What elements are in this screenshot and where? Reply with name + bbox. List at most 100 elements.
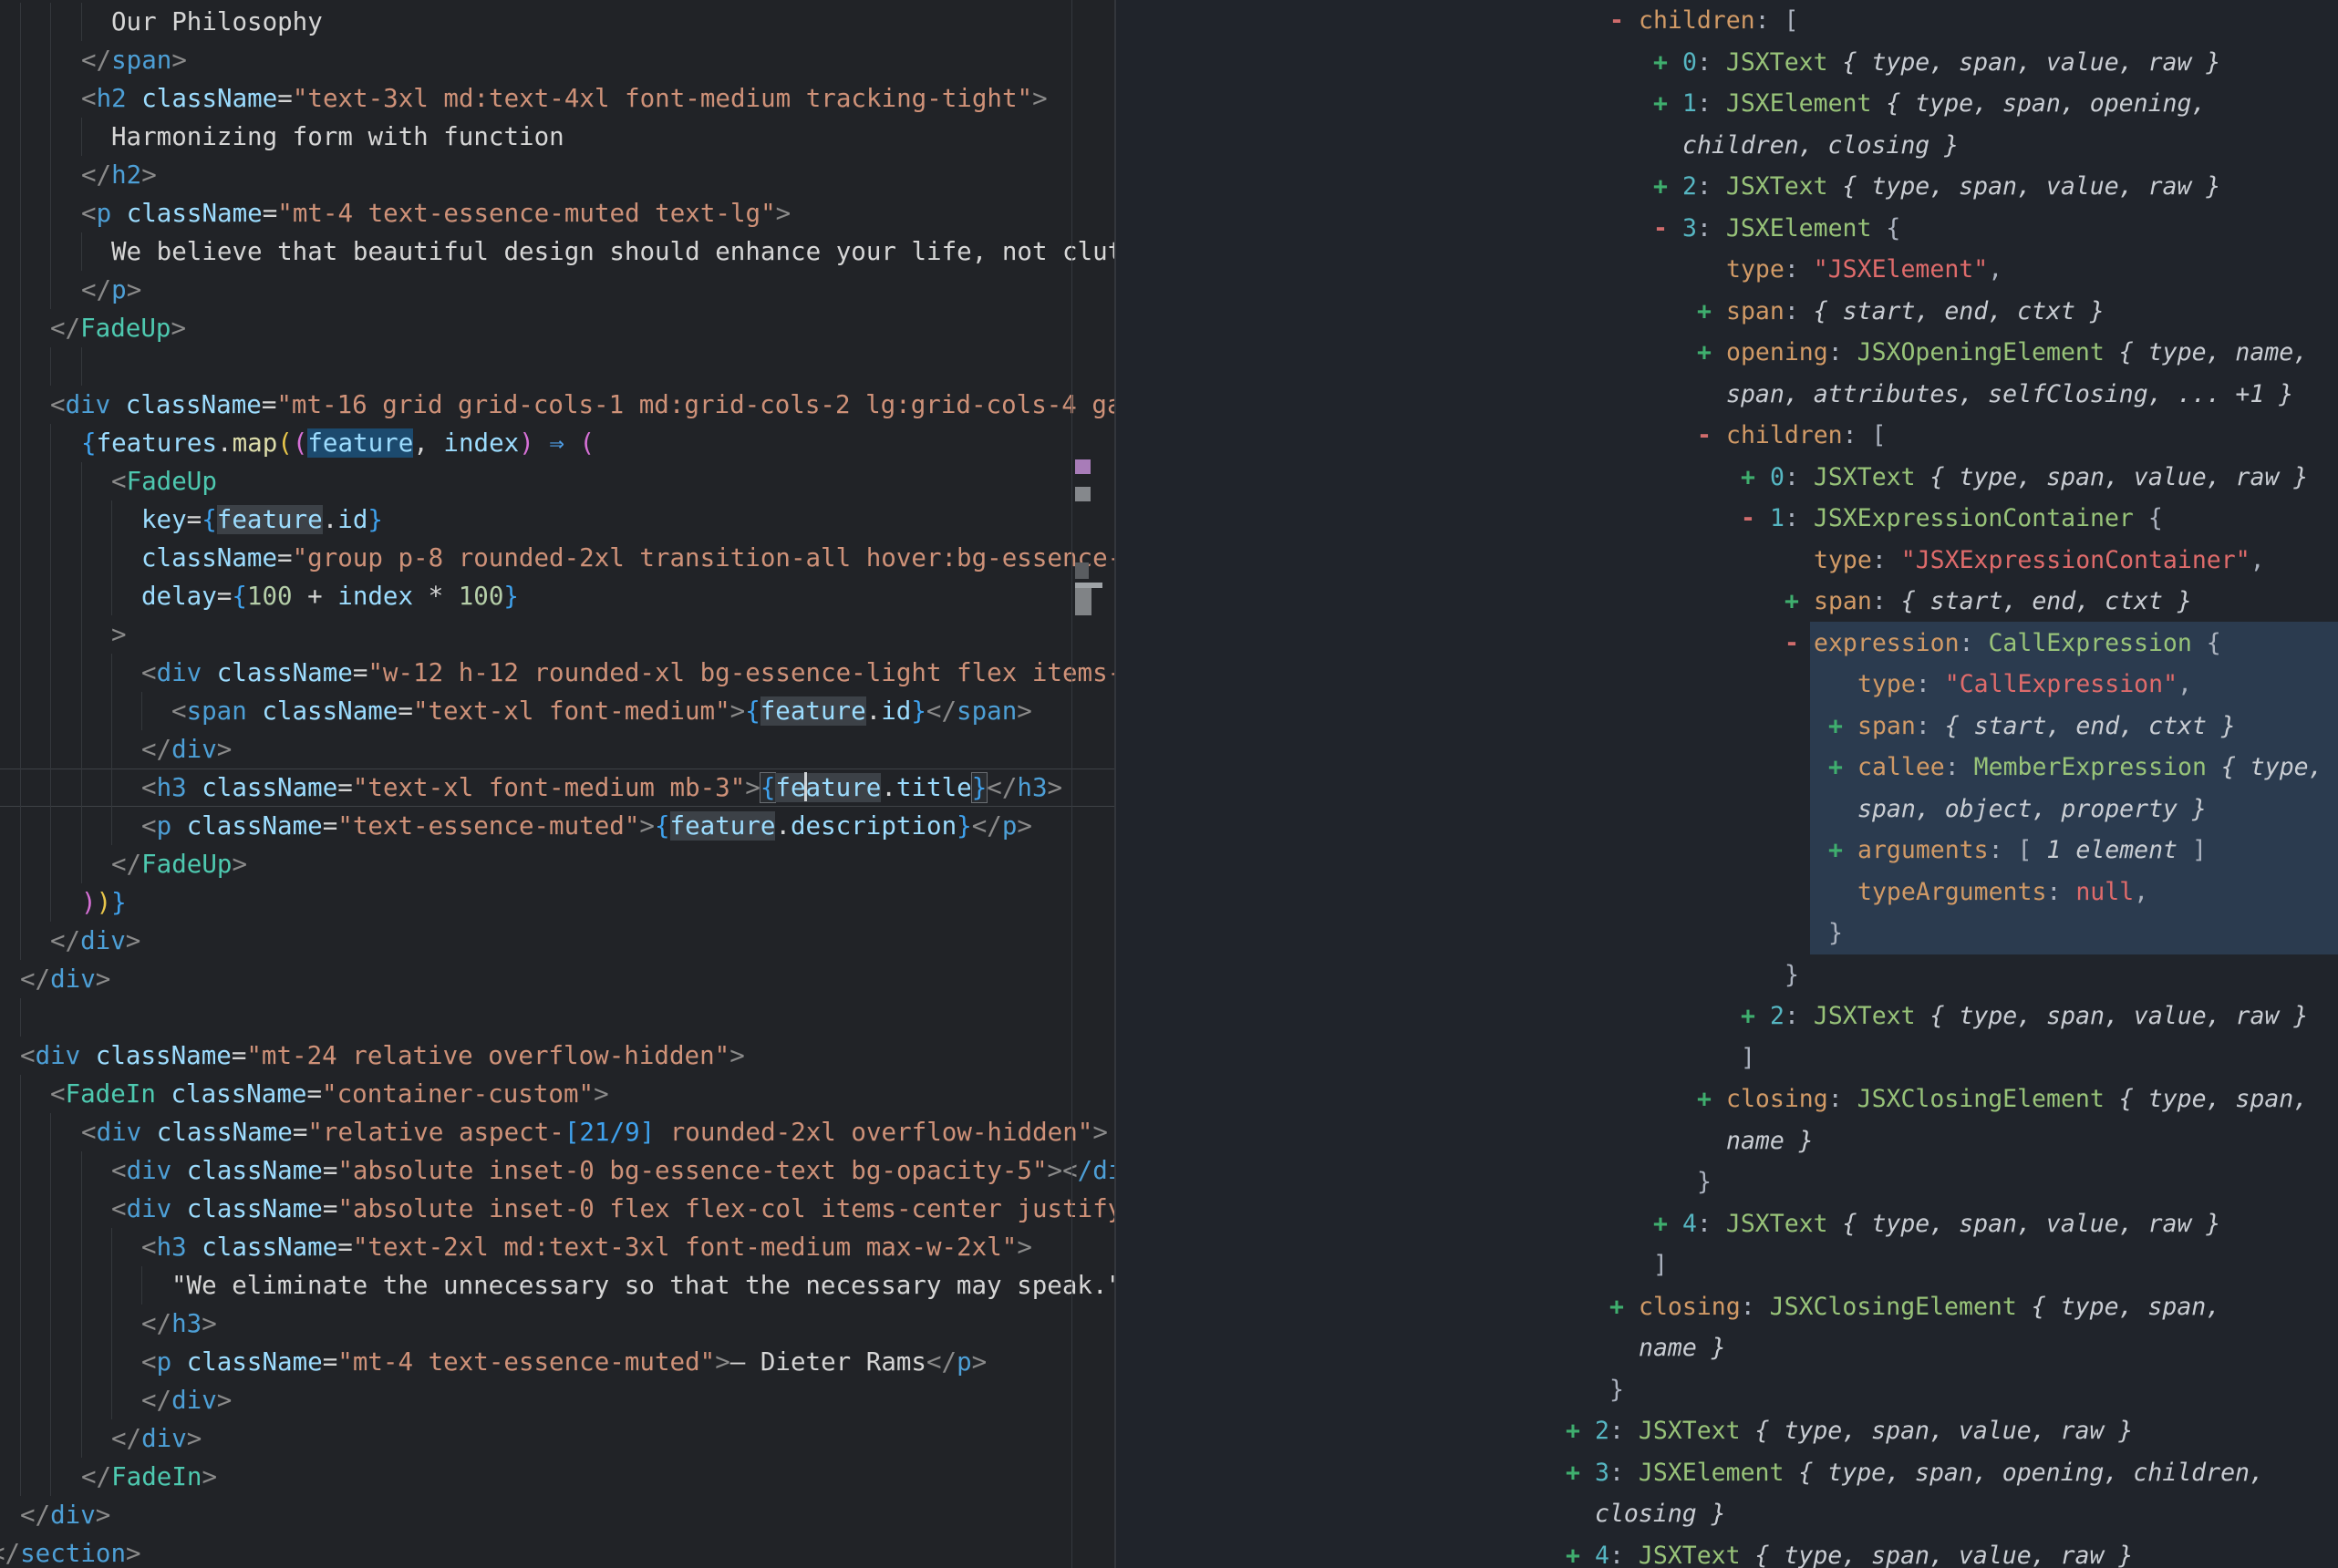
ast-line[interactable]: +span: { start, end, ctxt } — [1116, 581, 2338, 623]
ast-line[interactable]: } — [1116, 1161, 2338, 1203]
ast-line[interactable]: +closing: JSXClosingElement { type, span… — [1116, 1286, 2338, 1328]
ast-line[interactable]: +callee: MemberExpression { type, — [1116, 747, 2338, 789]
ast-line[interactable]: ] — [1116, 1244, 2338, 1286]
collapse-icon[interactable]: - — [1653, 208, 1682, 250]
ast-line[interactable]: span, object, property } — [1116, 789, 2338, 830]
ast-line[interactable]: +opening: JSXOpeningElement { type, name… — [1116, 332, 2338, 374]
expand-icon[interactable]: + — [1697, 332, 1726, 374]
expand-icon[interactable]: + — [1741, 457, 1770, 499]
ast-line[interactable]: +4: JSXText { type, span, value, raw } — [1116, 1535, 2338, 1568]
ast-line[interactable]: type: "JSXExpressionContainer", — [1116, 540, 2338, 582]
ast-line[interactable]: +span: { start, end, ctxt } — [1116, 291, 2338, 333]
collapse-icon[interactable]: - — [1785, 623, 1814, 665]
code-line[interactable]: </section> — [0, 1534, 1114, 1568]
ast-line[interactable]: +1: JSXElement { type, span, opening, — [1116, 83, 2338, 125]
code-line[interactable] — [0, 998, 1114, 1037]
expand-icon[interactable]: + — [1785, 581, 1814, 623]
code-line[interactable]: delay={100 + index * 100} — [0, 577, 1114, 615]
code-line[interactable]: ))} — [0, 883, 1114, 922]
ast-line[interactable]: +arguments: [ 1 element ] — [1116, 830, 2338, 872]
code-line[interactable]: </h3> — [0, 1305, 1114, 1343]
code-line[interactable]: <h3 className="text-xl font-medium mb-3"… — [0, 769, 1114, 807]
ast-line[interactable]: +2: JSXText { type, span, value, raw } — [1116, 995, 2338, 1037]
ast-line[interactable]: span, attributes, selfClosing, ... +1 } — [1116, 374, 2338, 416]
code-line[interactable]: <p className="text-essence-muted">{featu… — [0, 807, 1114, 845]
ast-line[interactable]: +span: { start, end, ctxt } — [1116, 706, 2338, 748]
ast-line[interactable]: +2: JSXText { type, span, value, raw } — [1116, 1410, 2338, 1452]
code-line[interactable]: {features.map((feature, index) ⇒ ( — [0, 424, 1114, 462]
expand-icon[interactable]: + — [1653, 83, 1682, 125]
code-line[interactable]: </FadeUp> — [0, 845, 1114, 883]
code-line[interactable]: </span> — [0, 41, 1114, 79]
code-line[interactable]: <p className="mt-4 text-essence-muted te… — [0, 194, 1114, 232]
ast-line[interactable]: -children: [ — [1116, 0, 2338, 42]
expand-icon[interactable]: + — [1697, 1078, 1726, 1120]
code-line[interactable]: </div> — [0, 730, 1114, 769]
ast-line[interactable]: -3: JSXElement { — [1116, 208, 2338, 250]
code-line[interactable]: <div className="w-12 h-12 rounded-xl bg-… — [0, 654, 1114, 692]
code-line[interactable] — [0, 347, 1114, 386]
expand-icon[interactable]: + — [1828, 830, 1857, 872]
ast-line[interactable]: -expression: CallExpression { — [1116, 623, 2338, 665]
ast-line[interactable]: name } — [1116, 1120, 2338, 1162]
code-line[interactable]: </FadeIn> — [0, 1458, 1114, 1496]
ast-inspector-pane[interactable]: -children: [+0: JSXText { type, span, va… — [1116, 0, 2338, 1568]
code-line[interactable]: <h3 className="text-2xl md:text-3xl font… — [0, 1228, 1114, 1266]
code-line[interactable]: </div> — [0, 1496, 1114, 1534]
expand-icon[interactable]: + — [1828, 706, 1857, 748]
ast-line[interactable]: -1: JSXExpressionContainer { — [1116, 498, 2338, 540]
expand-icon[interactable]: + — [1566, 1410, 1595, 1452]
code-line[interactable]: <FadeIn className="container-custom"> — [0, 1075, 1114, 1113]
ast-line[interactable]: ] — [1116, 1037, 2338, 1079]
code-line[interactable]: "We eliminate the unnecessary so that th… — [0, 1266, 1114, 1305]
ast-line[interactable]: children, closing } — [1116, 125, 2338, 167]
code-line[interactable]: </h2> — [0, 156, 1114, 194]
code-line[interactable]: </p> — [0, 271, 1114, 309]
expand-icon[interactable]: + — [1697, 291, 1726, 333]
ast-line[interactable]: } — [1116, 954, 2338, 996]
collapse-icon[interactable]: - — [1741, 498, 1770, 540]
code-line[interactable]: > — [0, 615, 1114, 654]
ast-line[interactable]: -children: [ — [1116, 415, 2338, 457]
expand-icon[interactable]: + — [1741, 995, 1770, 1037]
ast-line[interactable]: +2: JSXText { type, span, value, raw } — [1116, 166, 2338, 208]
code-line[interactable]: <div className="absolute inset-0 flex fl… — [0, 1190, 1114, 1228]
expand-icon[interactable]: + — [1609, 1286, 1639, 1328]
expand-icon[interactable]: + — [1653, 166, 1682, 208]
code-line[interactable]: <FadeUp — [0, 462, 1114, 500]
ast-line[interactable]: +0: JSXText { type, span, value, raw } — [1116, 42, 2338, 84]
ast-line[interactable]: type: "JSXElement", — [1116, 249, 2338, 291]
code-line[interactable]: key={feature.id} — [0, 500, 1114, 539]
code-line[interactable]: <div className="relative aspect-[21/9] r… — [0, 1113, 1114, 1151]
code-editor-pane[interactable]: Our Philosophy</span><h2 className="text… — [0, 0, 1114, 1568]
ast-line[interactable]: } — [1116, 1369, 2338, 1411]
code-line[interactable]: <div className="absolute inset-0 bg-esse… — [0, 1151, 1114, 1190]
code-line[interactable]: </div> — [0, 922, 1114, 960]
code-line[interactable]: className="group p-8 rounded-2xl transit… — [0, 539, 1114, 577]
ast-line[interactable]: name } — [1116, 1327, 2338, 1369]
ast-line[interactable]: +0: JSXText { type, span, value, raw } — [1116, 457, 2338, 499]
expand-icon[interactable]: + — [1653, 1203, 1682, 1245]
collapse-icon[interactable]: - — [1697, 415, 1726, 457]
code-line[interactable]: Our Philosophy — [0, 3, 1114, 41]
expand-icon[interactable]: + — [1828, 747, 1857, 789]
code-line[interactable]: <span className="text-xl font-medium">{f… — [0, 692, 1114, 730]
ast-line[interactable]: } — [1116, 913, 2338, 954]
code-line[interactable]: </div> — [0, 1419, 1114, 1458]
ast-line[interactable]: +closing: JSXClosingElement { type, span… — [1116, 1078, 2338, 1120]
code-line[interactable]: </div> — [0, 960, 1114, 998]
collapse-icon[interactable]: - — [1609, 0, 1639, 42]
code-line[interactable]: <p className="mt-4 text-essence-muted">—… — [0, 1343, 1114, 1381]
code-line[interactable]: We believe that beautiful design should … — [0, 232, 1114, 271]
expand-icon[interactable]: + — [1653, 42, 1682, 84]
expand-icon[interactable]: + — [1566, 1535, 1595, 1568]
ast-line[interactable]: typeArguments: null, — [1116, 872, 2338, 913]
code-line[interactable]: </div> — [0, 1381, 1114, 1419]
scrollbar-thumb[interactable] — [1075, 588, 1091, 615]
code-line[interactable]: Harmonizing form with function — [0, 118, 1114, 156]
ast-line[interactable]: +4: JSXText { type, span, value, raw } — [1116, 1203, 2338, 1245]
code-line[interactable]: <div className="mt-24 relative overflow-… — [0, 1037, 1114, 1075]
ast-line[interactable]: +3: JSXElement { type, span, opening, ch… — [1116, 1452, 2338, 1494]
code-line[interactable]: <div className="mt-16 grid grid-cols-1 m… — [0, 386, 1114, 424]
expand-icon[interactable]: + — [1566, 1452, 1595, 1494]
